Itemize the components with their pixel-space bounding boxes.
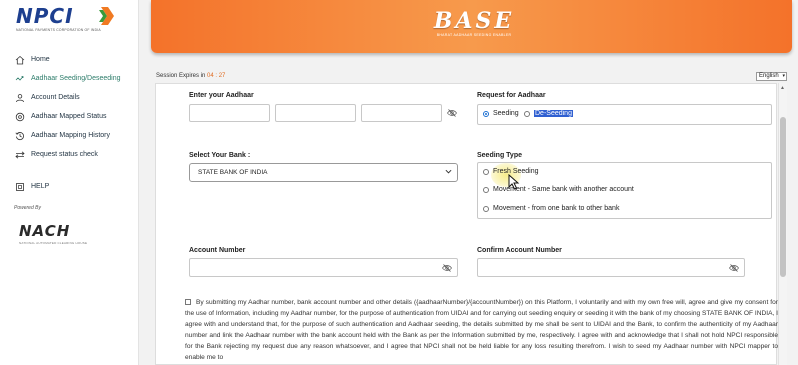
- powered-by-label: Powered By: [14, 205, 41, 211]
- chevron-down-icon: ▾: [782, 73, 785, 79]
- language-selected: English: [759, 73, 779, 79]
- base-logo: BASE BHARAT AADHAAR SEEDING ENABLER: [419, 8, 529, 44]
- radio-button[interactable]: [483, 205, 489, 212]
- sidebar-item-label: HELP: [31, 183, 50, 190]
- request-options-box: [477, 104, 772, 125]
- nach-logo-subtext: NATIONAL AUTOMATED CLEARING HOUSE: [19, 241, 88, 245]
- confirm-account-label: Confirm Account Number: [477, 247, 562, 254]
- history-icon: [14, 130, 25, 141]
- sidebar-item-label: Home: [31, 56, 50, 63]
- sidebar-item-label: Account Details: [31, 94, 80, 101]
- language-select[interactable]: English ▾: [756, 72, 787, 81]
- bank-select[interactable]: STATE BANK OF INDIA: [189, 163, 458, 182]
- mouse-cursor-icon: [508, 174, 520, 190]
- scroll-thumb[interactable]: [780, 117, 786, 277]
- session-time: 04 : 27: [207, 73, 226, 79]
- radio-label: Movement - from one bank to other bank: [493, 205, 620, 212]
- sidebar-item-help[interactable]: HELP: [0, 177, 139, 196]
- home-icon: [14, 54, 25, 65]
- confirm-account-input[interactable]: [477, 258, 745, 277]
- sidebar-item-request-status-check[interactable]: Request status check: [0, 145, 139, 164]
- header-banner: BASE BHARAT AADHAAR SEEDING ENABLER: [151, 0, 792, 53]
- nach-logo: NACH NATIONAL AUTOMATED CLEARING HOUSE: [19, 222, 87, 245]
- aadhaar-input-2[interactable]: [275, 104, 356, 122]
- npci-logo[interactable]: NPCI NATIONAL PAYMENTS CORPORATION OF IN…: [16, 6, 126, 38]
- account-number-label: Account Number: [189, 247, 246, 254]
- sidebar-item-aadhaar-mapping-history[interactable]: Aadhaar Mapping History: [0, 126, 139, 145]
- sidebar-item-label: Request status check: [31, 151, 98, 158]
- radio-seeding[interactable]: Seeding: [483, 110, 519, 117]
- radio-label: Seeding: [493, 110, 519, 117]
- base-logo-text: BASE: [433, 8, 515, 34]
- aadhaar-label: Enter your Aadhaar: [189, 92, 254, 99]
- seeding-type-label: Seeding Type: [477, 152, 522, 159]
- scroll-up-icon[interactable]: ▲: [780, 85, 785, 91]
- radio-button[interactable]: [524, 110, 530, 117]
- sidebar-item-aadhaar-seeding[interactable]: Aadhaar Seeding/Deseeding: [0, 69, 139, 88]
- mapped-status-icon: [14, 111, 25, 122]
- consent-block: By submitting my Aadhar number, bank acc…: [185, 297, 778, 363]
- request-label: Request for Aadhaar: [477, 92, 546, 99]
- bank-label: Select Your Bank :: [189, 152, 251, 159]
- sidebar-nav: Home Aadhaar Seeding/Deseeding Account D…: [0, 50, 139, 196]
- consent-checkbox[interactable]: [185, 299, 191, 305]
- sidebar-item-label: Aadhaar Mapping History: [31, 132, 110, 139]
- radio-de-seeding[interactable]: De-Seeding: [524, 110, 573, 117]
- radio-movement-other-bank[interactable]: Movement - from one bank to other bank: [483, 205, 619, 212]
- account-details-icon: [14, 92, 25, 103]
- sidebar: NPCI NATIONAL PAYMENTS CORPORATION OF IN…: [0, 0, 139, 365]
- sidebar-item-label: Aadhaar Seeding/Deseeding: [31, 75, 121, 82]
- aadhaar-input-3[interactable]: [361, 104, 442, 122]
- radio-button[interactable]: [483, 110, 489, 117]
- radio-button[interactable]: [483, 186, 489, 193]
- sidebar-item-home[interactable]: Home: [0, 50, 139, 69]
- eye-slash-icon[interactable]: [442, 264, 452, 272]
- bank-selected: STATE BANK OF INDIA: [198, 169, 268, 176]
- status-check-icon: [14, 149, 25, 160]
- help-icon: [14, 181, 25, 192]
- session-label: Session Expires in: [156, 73, 206, 79]
- sidebar-item-label: Aadhaar Mapped Status: [31, 113, 107, 120]
- account-number-input[interactable]: [189, 258, 458, 277]
- eye-slash-icon[interactable]: [729, 264, 739, 272]
- chevron-down-icon: [445, 169, 452, 174]
- eye-slash-icon[interactable]: [447, 109, 457, 117]
- aadhaar-seeding-icon: [14, 73, 25, 84]
- radio-label: De-Seeding: [534, 110, 573, 117]
- scrollbar[interactable]: ▲: [778, 83, 787, 365]
- npci-logo-subtext: NATIONAL PAYMENTS CORPORATION OF INDIA: [16, 28, 101, 32]
- npci-chevron-icon: [99, 7, 114, 25]
- radio-button[interactable]: [483, 168, 489, 175]
- nach-logo-text: NACH: [19, 222, 71, 240]
- session-timer: Session Expires in 04 : 27: [156, 73, 225, 79]
- aadhaar-input-1[interactable]: [189, 104, 270, 122]
- sidebar-item-account-details[interactable]: Account Details: [0, 88, 139, 107]
- consent-text: By submitting my Aadhar number, bank acc…: [185, 299, 778, 361]
- sidebar-item-aadhaar-mapped-status[interactable]: Aadhaar Mapped Status: [0, 107, 139, 126]
- radio-movement-same-bank[interactable]: Movement - Same bank with another accoun…: [483, 186, 634, 193]
